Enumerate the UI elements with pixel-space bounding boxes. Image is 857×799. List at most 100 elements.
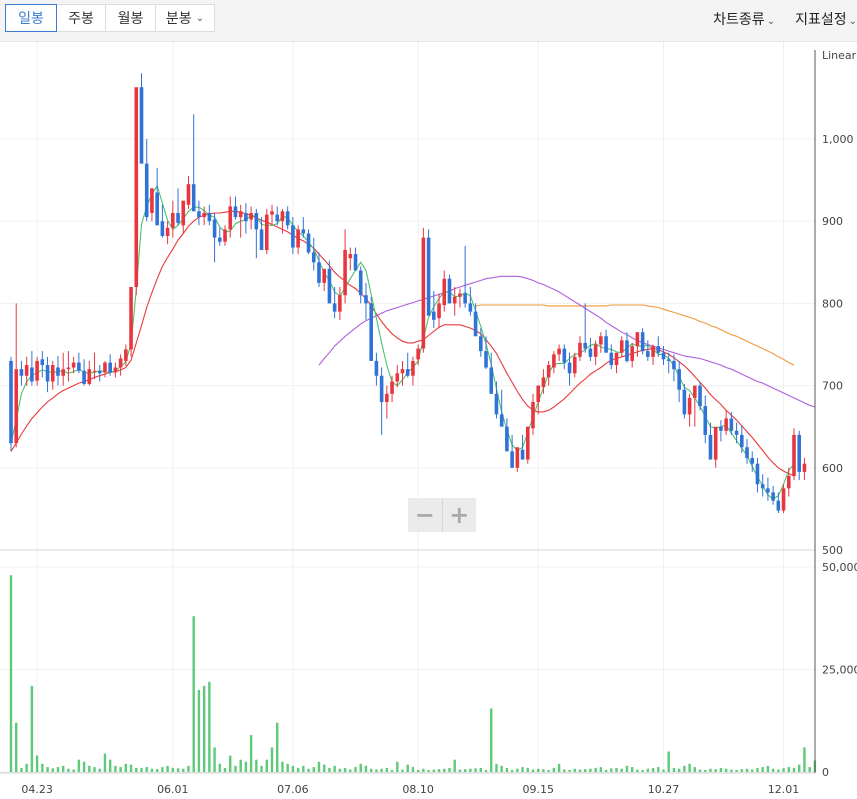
volume-bar	[516, 768, 519, 772]
candle-body	[687, 397, 692, 415]
volume-bar	[573, 768, 576, 772]
candle-body	[479, 336, 483, 352]
candle-body	[405, 369, 410, 376]
candle-body	[437, 303, 441, 319]
tab-monthly-label: 월봉	[117, 11, 144, 27]
candle-body	[385, 393, 389, 403]
candle-body	[343, 249, 347, 296]
volume-bar	[302, 765, 305, 772]
volume-bar	[145, 767, 148, 772]
volume-bar	[416, 769, 420, 772]
candle-body	[165, 227, 170, 236]
candle-body	[520, 449, 525, 460]
candle-body	[562, 348, 567, 363]
candle-body	[525, 426, 530, 460]
volume-bar	[463, 769, 467, 772]
candle-body	[66, 367, 71, 370]
volume-bar	[693, 767, 697, 772]
volume-bar	[333, 765, 336, 772]
candle-body	[656, 346, 661, 353]
volume-bar	[161, 767, 164, 772]
candle-body	[353, 254, 358, 271]
date-tick-label: 08.10	[402, 783, 434, 796]
candle-body	[552, 354, 556, 368]
volume-bar	[568, 769, 571, 772]
candle-body	[87, 369, 92, 384]
indicator-settings-dropdown[interactable]: 지표설정 ⌄	[795, 9, 857, 29]
candle-body	[280, 211, 285, 222]
volume-bar	[182, 768, 185, 772]
volume-bar	[620, 768, 623, 772]
candle-body	[14, 369, 19, 444]
candle-body	[270, 211, 274, 215]
zoom-out-button[interactable]: −	[408, 498, 443, 532]
period-tabs: 일봉 주봉 월봉 분봉 ⌄	[5, 4, 215, 32]
chart-grid	[0, 42, 815, 773]
tab-minute[interactable]: 분봉 ⌄	[155, 4, 215, 32]
volume-bar	[171, 767, 175, 772]
candle-body	[40, 359, 45, 366]
volume-bar	[20, 767, 23, 772]
candle-body	[698, 385, 702, 407]
volume-bar	[792, 767, 796, 772]
volume-bar	[229, 755, 232, 772]
candle-body	[92, 370, 97, 372]
volume-bar	[777, 769, 780, 772]
volume-bar	[688, 763, 691, 772]
volume-bar	[474, 768, 477, 772]
candle-body	[792, 434, 796, 477]
volume-bar	[526, 767, 529, 772]
volume-bar	[557, 763, 561, 772]
date-tick-label: 10.27	[648, 783, 680, 796]
candle-body	[766, 488, 770, 493]
candle-body	[264, 214, 269, 250]
volume-bar	[77, 759, 81, 772]
chevron-down-icon: ⌄	[848, 16, 857, 27]
candle-body	[139, 87, 144, 164]
chart-type-dropdown[interactable]: 차트종류 ⌄	[713, 9, 775, 29]
candle-body	[588, 348, 593, 357]
candle-body	[719, 426, 723, 431]
volume-bar	[630, 767, 634, 772]
candle-body	[604, 336, 608, 353]
volume-bar	[761, 767, 764, 772]
candle-body	[426, 237, 431, 316]
stock-chart[interactable]: 500 600 700 800 900 1,000 Linear 0 25,000,0 50,00…	[0, 42, 857, 799]
volume-bar	[56, 767, 60, 772]
date-tick-label: 09.15	[522, 783, 554, 796]
volume-bar	[484, 769, 488, 772]
candle-body	[207, 212, 212, 222]
candle-body	[19, 369, 24, 376]
volume-bar	[155, 769, 159, 772]
volume-bar	[599, 767, 603, 772]
zoom-in-button[interactable]: +	[443, 498, 477, 532]
volume-bar	[453, 759, 456, 772]
tab-daily[interactable]: 일봉	[5, 4, 57, 32]
candle-body	[113, 367, 118, 373]
candle-body	[546, 365, 551, 378]
candle-body	[254, 212, 259, 230]
volume-bar	[9, 575, 13, 772]
volume-bar	[411, 767, 415, 772]
candle-body	[452, 296, 457, 304]
volume-bar	[787, 767, 790, 772]
candle-body	[374, 360, 379, 376]
volume-bar	[286, 763, 289, 772]
ma5-line	[10, 184, 795, 500]
tab-weekly[interactable]: 주봉	[56, 4, 106, 32]
volume-bar	[625, 765, 629, 772]
volume-bar	[88, 765, 91, 772]
volume-bar	[714, 769, 717, 772]
volume-bar	[46, 767, 49, 772]
candle-body	[332, 303, 337, 312]
scale-type-label: Linear	[822, 49, 857, 62]
volume-bar	[15, 722, 18, 772]
volume-bar	[114, 765, 117, 772]
tab-monthly[interactable]: 월봉	[105, 4, 156, 32]
volume-bar	[469, 768, 472, 772]
candle-body	[369, 303, 373, 361]
candle-body	[760, 484, 765, 489]
candle-body	[108, 362, 112, 373]
date-tick-label: 07.06	[277, 783, 309, 796]
chart-axes: 500 600 700 800 900 1,000 Linear 0 25,000,0 50,00…	[0, 49, 857, 796]
